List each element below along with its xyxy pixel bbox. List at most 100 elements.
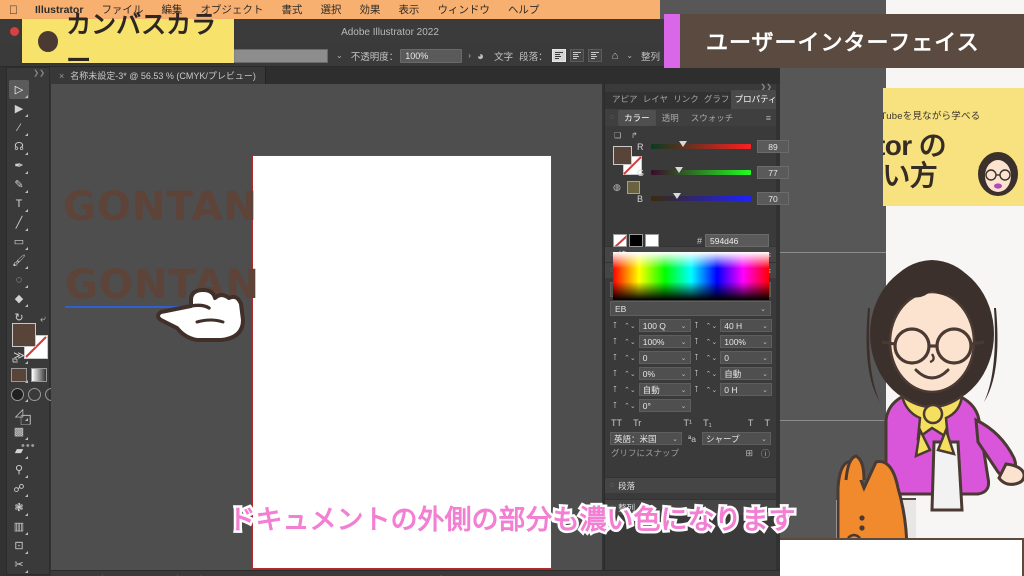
white-swatch-button[interactable] [645,234,659,247]
color-panel-menu-icon[interactable]: ≡ [766,113,771,123]
edit-toolbar-icon[interactable]: ••• [21,440,36,452]
opacity-caret-icon[interactable]: › [468,51,471,60]
reset-color-icon[interactable]: ↱ [631,131,638,140]
blend-tool[interactable]: ☍ [9,479,29,498]
lasso-tool[interactable]: ☊ [9,137,29,156]
stepper-icon[interactable]: ⌃⌄ [706,338,718,346]
default-fill-stroke-icon[interactable]: ⧉ [12,356,18,366]
underline-button[interactable]: T [748,418,754,428]
color-spectrum[interactable] [613,252,769,300]
slice-tool[interactable]: ✂ [9,555,29,574]
stepper-icon[interactable]: ⌃⌄ [624,386,636,394]
panel-tab-アピア[interactable]: アピア [608,90,639,109]
superscript-button[interactable]: T¹ [684,418,693,428]
apple-logo-icon[interactable]:  [9,3,18,17]
menu-item-help[interactable]: ヘルプ [499,2,549,17]
paintbrush-tool[interactable]: 🖌 [9,251,29,270]
close-icon[interactable]: × [59,71,64,81]
align-button[interactable]: 整列 [641,49,660,63]
paragraph-section-header[interactable]: ◌ 段落 [605,477,776,493]
type-tool[interactable]: T [9,194,29,213]
stepper-icon[interactable]: ⌃⌄ [624,354,636,362]
align-left-button[interactable] [551,49,566,62]
line-segment-tool[interactable]: ╱ [9,213,29,232]
font-style-field[interactable]: EB ⌄ [610,301,771,316]
stepper-icon[interactable]: ⌃⌄ [706,354,718,362]
type-field-leading-icon[interactable]: ⊺ ⌃⌄ 40 H ⌄ [691,319,772,332]
blue-slider-track[interactable] [651,193,751,201]
type-field-tsume-icon[interactable]: ⊺ ⌃⌄ 0 ⌄ [609,351,691,364]
tab-transparency[interactable]: 透明 [656,110,685,126]
stepper-icon[interactable]: ⌃⌄ [706,386,718,394]
chevron-down-icon[interactable]: ⌄ [762,386,768,394]
type-field-auto-leading-icon[interactable]: ⊺ ⌃⌄ 自動 ⌄ [609,383,691,396]
subscript-button[interactable]: T₁ [703,418,712,428]
align-right-button[interactable] [587,49,602,62]
shaper-tool[interactable]: ◌ [9,270,29,289]
green-slider-row[interactable]: G 77 [637,166,789,179]
draw-normal-button[interactable] [11,388,24,401]
chevron-down-icon[interactable]: ⌄ [681,354,687,362]
panel-tab-プロパティ[interactable]: プロパティ [730,90,777,109]
menu-item-window[interactable]: ウィンドウ [428,2,499,17]
chevron-down-icon[interactable]: ⌄ [761,435,767,443]
glyph-snap-icon[interactable]: ⊞ [745,448,753,459]
close-window-button[interactable] [10,27,19,36]
selection-tool[interactable]: ▷ [9,80,29,99]
swap-fill-stroke-icon[interactable]: ⤶ [40,314,46,325]
chevron-down-icon[interactable]: ⌄ [762,354,768,362]
type-field-kerning-icon[interactable]: ⊺ ⌃⌄ 0% ⌄ [609,367,691,380]
draw-behind-button[interactable] [28,388,41,401]
rectangle-tool[interactable]: ▭ [9,232,29,251]
chevron-down-icon[interactable]: ⌄ [681,338,687,346]
direct-selection-tool[interactable]: ▶ [9,99,29,118]
blue-value[interactable]: 70 [757,192,789,205]
type-field-font-size-icon[interactable]: ⊺ ⌃⌄ 100 Q ⌄ [609,319,691,332]
stepper-icon[interactable]: ⌃⌄ [706,322,718,330]
text-wrap-icon[interactable]: ⌂ [612,50,619,62]
gradient-mode-button[interactable] [31,368,47,382]
black-swatch-button[interactable] [629,234,643,247]
pen-tool[interactable]: ✒ [9,156,29,175]
opacity-value[interactable]: 100% [405,51,428,61]
color-mode-circle-icon[interactable]: ◍ [613,182,621,193]
chevron-down-icon[interactable]: ⌄ [681,386,687,394]
tools-panel-grip[interactable]: ❯❯ [7,68,49,78]
chevron-down-icon[interactable]: ⌄ [762,338,768,346]
chevron-down-icon[interactable]: ⌄ [681,322,687,330]
chevron-down-icon[interactable]: ⌄ [681,402,687,410]
antialias-field[interactable]: シャープ ⌄ [702,432,771,445]
chevron-down-icon[interactable]: ⌄ [762,370,768,378]
chevron-down-icon[interactable]: ⌄ [760,305,766,313]
snap-to-glyph-row[interactable]: グリフにスナップ ⊞ ⓘ [605,445,776,461]
menu-item-type[interactable]: 書式 [272,2,311,17]
text-label[interactable]: 文字 [494,49,513,63]
language-field[interactable]: 英語：米国 ⌄ [610,432,682,445]
green-value[interactable]: 77 [757,166,789,179]
canvas-text-1[interactable]: GONTAN [63,184,258,230]
panel-tab-グラフ[interactable]: グラフ [700,90,731,109]
none-swatch-button[interactable] [613,234,627,247]
fill-swatch[interactable] [12,323,36,347]
type-field-baseline-offset-icon[interactable]: ⊺ ⌃⌄ 0 H ⌄ [691,383,772,396]
type-case-buttons-row[interactable]: TT Tr T¹ T₁ T T [605,415,776,430]
chevron-down-icon[interactable]: ⌄ [672,435,678,443]
strikethrough-button[interactable]: T [764,418,770,428]
menu-item-view[interactable]: 表示 [389,2,428,17]
curvature-tool[interactable]: ✎ [9,175,29,194]
stepper-icon[interactable]: ⌃⌄ [706,370,718,378]
type-field-vertical-scale-icon[interactable]: ⊺ ⌃⌄ 100% ⌄ [609,335,691,348]
chevron-down-icon[interactable]: ⌄ [762,322,768,330]
stepper-icon[interactable]: ⌃⌄ [624,402,636,410]
eraser-tool[interactable]: ◆ [9,289,29,308]
chevron-down-icon[interactable]: ⌄ [681,370,687,378]
text-wrap-caret-icon[interactable]: ⌄ [626,51,633,60]
small-caps-button[interactable]: Tr [633,418,641,428]
swatch-caret-icon[interactable]: ⌄ [336,51,343,60]
panel-fill-swatch[interactable] [613,146,632,165]
panel-tab-リンク[interactable]: リンク [669,90,700,109]
panel-tab-レイヤ[interactable]: レイヤ [639,90,669,109]
red-slider-row[interactable]: R 89 [637,140,789,153]
type-field-baseline-shift-icon[interactable]: ⊺ ⌃⌄ 自動 ⌄ [691,367,772,380]
all-caps-button[interactable]: TT [611,418,622,428]
